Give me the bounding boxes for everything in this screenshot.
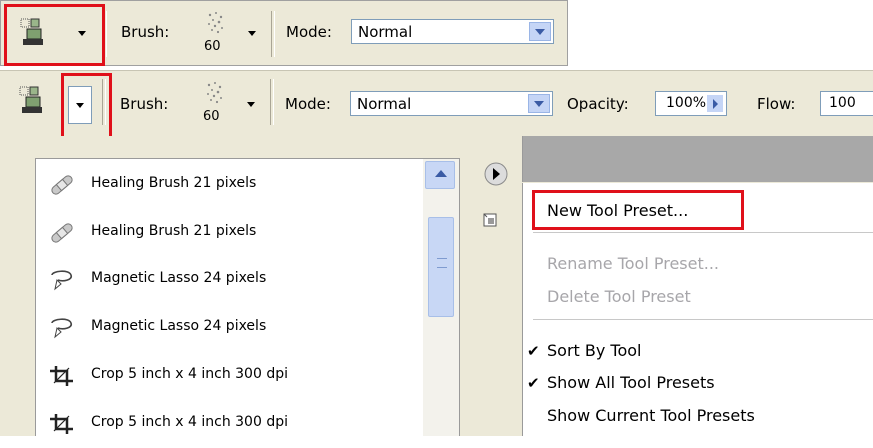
options-bar: Brush: 60 Mode: Normal Opacity: 100% Flo… (0, 70, 873, 137)
checkmark-icon: ✔ (527, 374, 540, 392)
chevron-up-icon (435, 170, 447, 177)
brush-label: Brush: (121, 23, 170, 41)
new-preset-icon[interactable] (482, 212, 498, 228)
list-item[interactable]: Healing Brush 21 pixels (36, 161, 424, 209)
list-item-label: Magnetic Lasso 24 pixels (91, 270, 267, 286)
highlight-new-tool-preset (532, 190, 744, 230)
tool-preset-list: Healing Brush 21 pixels Healing Brush 21… (35, 158, 460, 436)
chevron-right-icon[interactable] (707, 95, 723, 112)
brush-dropdown-arrow[interactable] (247, 102, 255, 107)
list-item-label: Crop 5 inch x 4 inch 300 dpi (91, 414, 288, 430)
list-item[interactable]: Crop 5 inch x 4 inch 300 dpi (36, 352, 424, 400)
mode-select[interactable]: Normal (351, 19, 554, 44)
flow-value: 100 (829, 95, 856, 111)
menu-item-show-current-tool-presets[interactable]: Show Current Tool Presets (547, 406, 755, 425)
brush-label: Brush: (120, 95, 169, 113)
scroll-up-button[interactable] (425, 161, 455, 189)
highlight-tool-preset-picker (4, 4, 105, 66)
brush-thumbnail-icon[interactable] (203, 79, 227, 107)
grip-icon (437, 258, 447, 268)
brush-size-value: 60 (203, 109, 220, 124)
mode-label: Mode: (285, 95, 331, 113)
chevron-down-icon[interactable] (528, 94, 550, 113)
brush-thumbnail-icon[interactable] (204, 9, 228, 37)
flow-label: Flow: (757, 95, 796, 113)
menu-item-show-all-tool-presets[interactable]: Show All Tool Presets (547, 373, 715, 392)
mode-select[interactable]: Normal (350, 91, 553, 116)
menu-item-delete-tool-preset: Delete Tool Preset (547, 287, 691, 306)
mode-select-value: Normal (358, 23, 413, 41)
chevron-down-icon[interactable] (529, 22, 551, 41)
list-item-label: Magnetic Lasso 24 pixels (91, 318, 267, 334)
highlight-preset-dropdown (61, 73, 112, 144)
checkmark-icon: ✔ (527, 342, 540, 360)
bandage-icon (51, 223, 73, 243)
menu-item-sort-by-tool[interactable]: Sort By Tool (547, 341, 642, 360)
menu-item-rename-tool-preset: Rename Tool Preset... (547, 254, 720, 273)
list-item-label: Crop 5 inch x 4 inch 300 dpi (91, 366, 288, 382)
bandage-icon (51, 175, 73, 195)
list-item[interactable]: Magnetic Lasso 24 pixels (36, 256, 424, 304)
magnetic-lasso-icon (51, 270, 73, 291)
opacity-label: Opacity: (567, 95, 629, 113)
opacity-value: 100% (666, 95, 707, 111)
brush-size-value: 60 (204, 39, 221, 54)
list-item[interactable]: Magnetic Lasso 24 pixels (36, 304, 424, 352)
scrollbar-thumb[interactable] (428, 217, 454, 317)
list-item[interactable]: Healing Brush 21 pixels (36, 209, 424, 257)
menu-header-strip (522, 136, 873, 182)
magnetic-lasso-icon (51, 318, 73, 339)
list-item-label: Healing Brush 21 pixels (91, 223, 257, 239)
preset-list-scrollbar[interactable] (423, 159, 459, 436)
flyout-arrow-icon (484, 162, 508, 186)
opacity-field[interactable]: 100% (655, 91, 727, 116)
brush-dropdown-arrow[interactable] (248, 31, 256, 36)
crop-icon (50, 366, 73, 386)
mode-select-value: Normal (357, 95, 412, 113)
crop-icon (50, 414, 73, 434)
panel-menu-button[interactable] (478, 156, 514, 192)
flow-field[interactable]: 100 (820, 91, 873, 116)
list-item[interactable]: Crop 5 inch x 4 inch 300 dpi (36, 400, 424, 448)
list-item-label: Healing Brush 21 pixels (91, 175, 257, 191)
healing-brush-tool-icon[interactable] (14, 83, 50, 119)
mode-label: Mode: (286, 23, 332, 41)
